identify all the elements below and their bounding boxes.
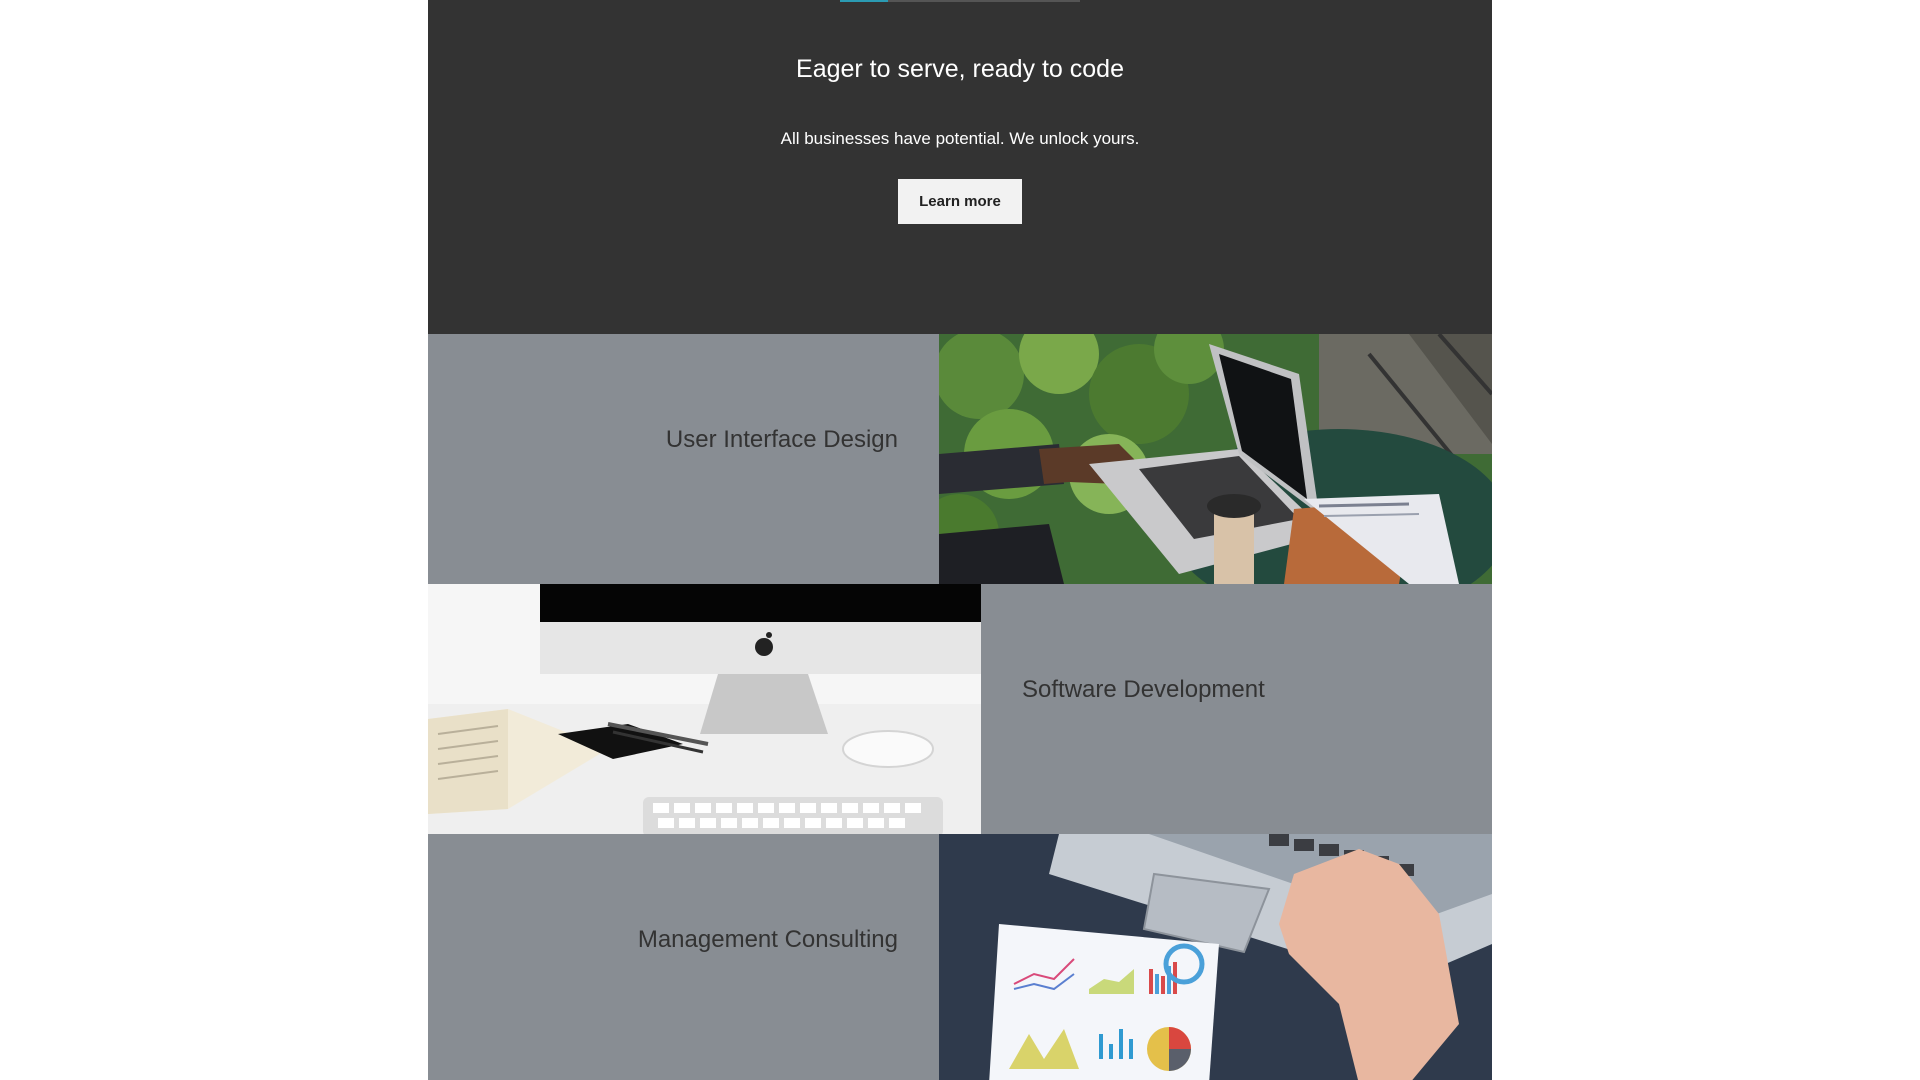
service-label-ui-design: User Interface Design (665, 426, 898, 453)
desktop-workspace-photo (428, 584, 981, 834)
hero-tab-indicator (840, 0, 1080, 2)
hero-subtitle: All businesses have potential. We unlock… (780, 129, 1140, 148)
service-row-management-consulting: Management Consulting (428, 834, 1492, 1080)
service-panel-software-development[interactable]: Software Development (981, 584, 1492, 834)
learn-more-button[interactable]: Learn more (898, 179, 1022, 224)
service-panel-ui-design[interactable]: User Interface Design (428, 334, 939, 584)
service-panel-management-consulting[interactable]: Management Consulting (428, 834, 939, 1080)
service-label-management-consulting: Management Consulting (637, 926, 898, 953)
laptop-outdoor-photo (939, 334, 1492, 584)
service-row-ui-design: User Interface Design (428, 334, 1492, 584)
hero-tab-active-indicator (840, 0, 888, 2)
hero-section: Eager to serve, ready to code All busine… (428, 0, 1492, 334)
hero-title: Eager to serve, ready to code (796, 55, 1124, 83)
laptop-charts-photo (939, 834, 1492, 1080)
service-label-software-development: Software Development (1022, 676, 1265, 703)
service-row-software-development: Software Development (428, 584, 1492, 834)
page: Eager to serve, ready to code All busine… (428, 0, 1492, 1080)
